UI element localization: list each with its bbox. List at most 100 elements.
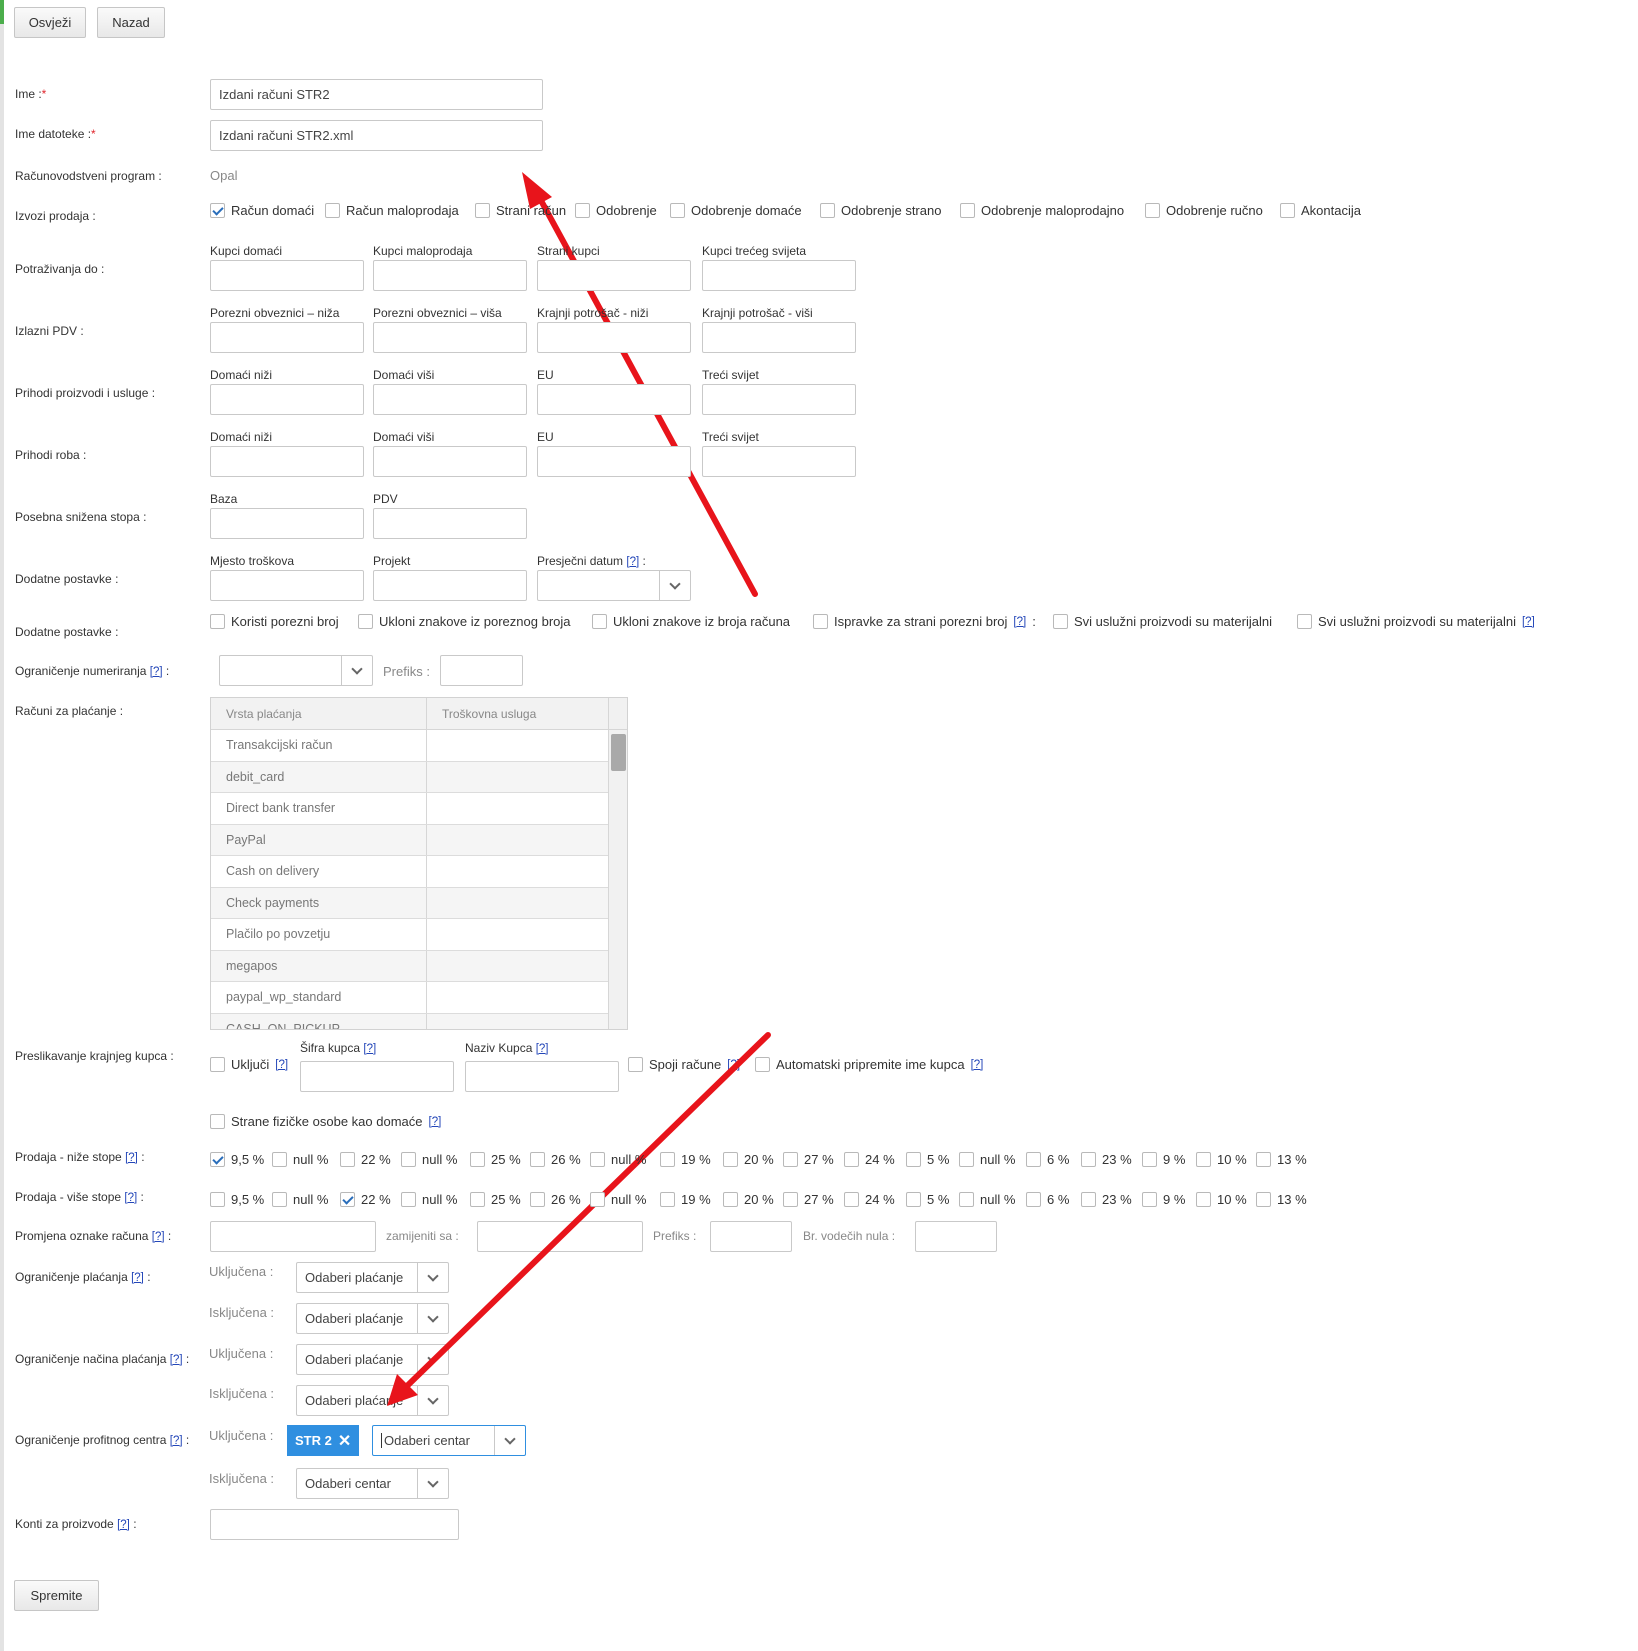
export-checkbox-7[interactable]: Odobrenje ručno [1145, 203, 1263, 218]
payments-row[interactable]: debit_card [211, 761, 609, 793]
rate-low-checkbox-13-box[interactable] [1026, 1152, 1041, 1167]
payments-row[interactable]: Direct bank transfer [211, 793, 609, 825]
export-checkbox-1-box[interactable] [325, 203, 340, 218]
additional-checkbox-5-box[interactable] [1297, 614, 1312, 629]
grid-4-input-1[interactable] [373, 508, 527, 539]
export-checkbox-5[interactable]: Odobrenje strano [820, 203, 941, 218]
replace-input[interactable] [477, 1221, 643, 1252]
payments-row[interactable]: Check payments [211, 887, 609, 919]
rate-low-checkbox-11-box[interactable] [906, 1152, 921, 1167]
relabel-input[interactable] [210, 1221, 376, 1252]
rate-high-checkbox-2-box[interactable] [340, 1192, 355, 1207]
grid-0-input-2[interactable] [537, 260, 691, 291]
export-checkbox-3-box[interactable] [575, 203, 590, 218]
rate-low-checkbox-3[interactable]: null % [401, 1152, 457, 1167]
rate-high-checkbox-9-box[interactable] [783, 1192, 798, 1207]
foreign-as-domestic-checkbox[interactable]: Strane fizičke osobe kao domaće [?] [210, 1114, 441, 1129]
rate-high-checkbox-12[interactable]: null % [959, 1192, 1015, 1207]
buyer-name-input[interactable] [465, 1061, 619, 1092]
rate-high-checkbox-17-box[interactable] [1256, 1192, 1271, 1207]
additional-checkbox-0-box[interactable] [210, 614, 225, 629]
rate-low-checkbox-14-box[interactable] [1081, 1152, 1096, 1167]
rate-low-checkbox-11[interactable]: 5 % [906, 1152, 949, 1167]
rate-low-checkbox-7-box[interactable] [660, 1152, 675, 1167]
cost-service-cell[interactable] [427, 856, 609, 887]
rate-high-checkbox-0[interactable]: 9,5 % [210, 1192, 264, 1207]
additional-checkbox-4-box[interactable] [1053, 614, 1068, 629]
export-checkbox-7-box[interactable] [1145, 203, 1160, 218]
grid-1-input-1[interactable] [373, 322, 527, 353]
help-link[interactable]: [?] [626, 556, 639, 568]
export-checkbox-8-box[interactable] [1280, 203, 1295, 218]
rate-high-checkbox-10[interactable]: 24 % [844, 1192, 895, 1207]
rate-high-checkbox-16-box[interactable] [1196, 1192, 1211, 1207]
rate-low-checkbox-15-box[interactable] [1142, 1152, 1157, 1167]
rate-high-checkbox-7[interactable]: 19 % [660, 1192, 711, 1207]
rate-high-checkbox-4-box[interactable] [470, 1192, 485, 1207]
payments-row[interactable]: paypal_wp_standard [211, 982, 609, 1014]
payments-scrollbar[interactable] [608, 698, 627, 1029]
grid-2-input-2[interactable] [537, 384, 691, 415]
rate-low-checkbox-9-box[interactable] [783, 1152, 798, 1167]
grid-0-input-0[interactable] [210, 260, 364, 291]
payments-row[interactable]: Plačilo po povzetju [211, 919, 609, 951]
export-checkbox-6[interactable]: Odobrenje maloprodajno [960, 203, 1124, 218]
export-checkbox-0[interactable]: Račun domaći [210, 203, 314, 218]
relabel-prefix-input[interactable] [710, 1221, 792, 1252]
rate-low-checkbox-12-box[interactable] [959, 1152, 974, 1167]
rate-low-checkbox-17[interactable]: 13 % [1256, 1152, 1307, 1167]
additional-checkbox-0[interactable]: Koristi porezni broj [210, 614, 339, 629]
scrollbar-thumb[interactable] [611, 734, 626, 771]
rate-high-checkbox-14[interactable]: 23 % [1081, 1192, 1132, 1207]
cost-service-cell[interactable] [427, 888, 609, 919]
export-checkbox-6-box[interactable] [960, 203, 975, 218]
rate-low-checkbox-2-box[interactable] [340, 1152, 355, 1167]
pay-method-included-select[interactable]: Odaberi plaćanje [296, 1344, 449, 1375]
export-checkbox-2-box[interactable] [475, 203, 490, 218]
save-button[interactable]: Spremite [14, 1580, 99, 1611]
rate-low-checkbox-1-box[interactable] [272, 1152, 287, 1167]
grid-0-input-3[interactable] [702, 260, 856, 291]
payments-row[interactable]: CASH_ON_PICKUP [211, 1013, 609, 1030]
rate-high-checkbox-14-box[interactable] [1081, 1192, 1096, 1207]
rate-high-checkbox-0-box[interactable] [210, 1192, 225, 1207]
rate-low-checkbox-17-box[interactable] [1256, 1152, 1271, 1167]
rate-low-checkbox-16[interactable]: 10 % [1196, 1152, 1247, 1167]
rate-high-checkbox-4[interactable]: 25 % [470, 1192, 521, 1207]
rate-low-checkbox-6[interactable]: null % [590, 1152, 646, 1167]
additional-checkbox-2-box[interactable] [592, 614, 607, 629]
cost-service-cell[interactable] [427, 1014, 609, 1030]
help-link[interactable]: [?] [1013, 616, 1026, 628]
payments-row[interactable]: PayPal [211, 824, 609, 856]
help-link[interactable]: [?] [1522, 616, 1535, 628]
cost-service-cell[interactable] [427, 982, 609, 1013]
rate-low-checkbox-1[interactable]: null % [272, 1152, 328, 1167]
rate-high-checkbox-10-box[interactable] [844, 1192, 859, 1207]
export-checkbox-3[interactable]: Odobrenje [575, 203, 657, 218]
export-checkbox-5-box[interactable] [820, 203, 835, 218]
payments-row[interactable]: megapos [211, 950, 609, 982]
rate-high-checkbox-5-box[interactable] [530, 1192, 545, 1207]
accounts-input[interactable] [210, 1509, 459, 1540]
payments-row[interactable]: Cash on delivery [211, 856, 609, 888]
pay-limit-excluded-select[interactable]: Odaberi plaćanje [296, 1303, 449, 1334]
export-checkbox-2[interactable]: Strani račun [475, 203, 566, 218]
rate-high-checkbox-12-box[interactable] [959, 1192, 974, 1207]
grid-2-input-3[interactable] [702, 384, 856, 415]
rate-low-checkbox-2[interactable]: 22 % [340, 1152, 391, 1167]
rate-low-checkbox-10-box[interactable] [844, 1152, 859, 1167]
pay-limit-included-select[interactable]: Odaberi plaćanje [296, 1262, 449, 1293]
rate-high-checkbox-11[interactable]: 5 % [906, 1192, 949, 1207]
additional-checkbox-3-box[interactable] [813, 614, 828, 629]
rate-high-checkbox-7-box[interactable] [660, 1192, 675, 1207]
cost-service-cell[interactable] [427, 762, 609, 793]
numbering-select[interactable] [219, 655, 373, 686]
export-checkbox-8[interactable]: Akontacija [1280, 203, 1361, 218]
rate-high-checkbox-9[interactable]: 27 % [783, 1192, 834, 1207]
rate-high-checkbox-5[interactable]: 26 % [530, 1192, 581, 1207]
rate-low-checkbox-0[interactable]: 9,5 % [210, 1152, 264, 1167]
rate-low-checkbox-13[interactable]: 6 % [1026, 1152, 1069, 1167]
additional-checkbox-1[interactable]: Ukloni znakove iz poreznog broja [358, 614, 571, 629]
rate-low-checkbox-5[interactable]: 26 % [530, 1152, 581, 1167]
cost-service-cell[interactable] [427, 730, 609, 761]
